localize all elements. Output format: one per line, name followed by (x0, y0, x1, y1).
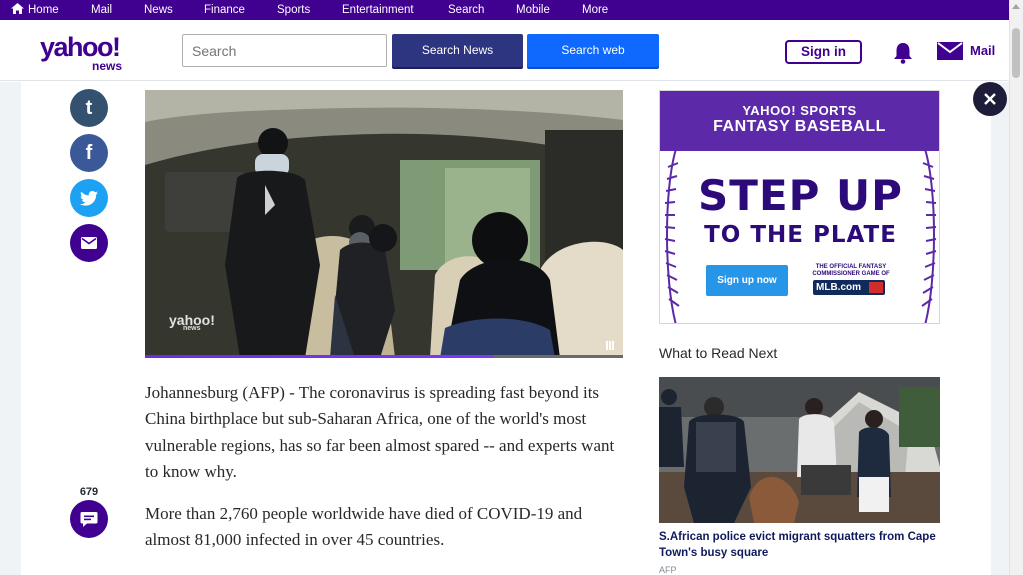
scroll-up-arrow-icon[interactable] (1012, 4, 1020, 9)
tumblr-share-button[interactable]: t (70, 89, 108, 127)
ad-fine-print: THE OFFICIAL FANTASY COMMISSIONER GAME O… (812, 264, 890, 277)
article-paragraph: Johannesburg (AFP) - The coronavirus is … (145, 383, 615, 481)
nav-mail[interactable]: Mail (91, 0, 112, 20)
email-share-button[interactable] (70, 224, 108, 262)
mlb-logo-text: MLB.com (816, 282, 861, 293)
comment-count: 679 (79, 486, 99, 498)
logo-text: yahoo! (40, 32, 121, 62)
ad-product: FANTASY BASEBALL (713, 118, 886, 135)
ad-banner-top: YAHOO! SPORTS FANTASY BASEBALL (660, 91, 939, 151)
search-news-button[interactable]: Search News (392, 34, 523, 67)
nav-entertainment[interactable]: Entertainment (342, 0, 414, 20)
nav-sports[interactable]: Sports (277, 0, 310, 20)
nav-finance[interactable]: Finance (204, 0, 245, 20)
read-next-source: AFP (659, 565, 677, 575)
article-body: Johannesburg (AFP) - The coronavirus is … (145, 380, 625, 570)
search-input[interactable] (182, 34, 387, 67)
sign-in-button[interactable]: Sign in (785, 40, 862, 64)
nav-more[interactable]: More (582, 0, 608, 20)
ad-brand: YAHOO! SPORTS (742, 103, 857, 118)
right-gutter (991, 82, 1009, 575)
close-button[interactable] (973, 82, 1007, 116)
nav-home[interactable]: Home (11, 0, 59, 20)
video-watermark: yahoo! news (169, 312, 215, 332)
search-web-button[interactable]: Search web (527, 34, 659, 67)
close-icon (984, 93, 996, 105)
twitter-icon (80, 190, 98, 206)
mail-icon[interactable] (937, 42, 963, 60)
article-paragraph: More than 2,760 people worldwide have di… (145, 504, 583, 550)
home-icon (11, 3, 24, 14)
read-next-image[interactable] (659, 377, 940, 523)
mlb-logo-mark (869, 282, 883, 293)
nav-home-label: Home (28, 4, 59, 16)
comments-button[interactable] (70, 500, 108, 538)
read-next-photo (659, 377, 940, 523)
read-next-title[interactable]: S.African police evict migrant squatters… (659, 529, 940, 561)
video-progress-fill (145, 355, 494, 358)
nav-search[interactable]: Search (448, 0, 484, 20)
twitter-share-button[interactable] (70, 179, 108, 217)
nav-mobile[interactable]: Mobile (516, 0, 550, 20)
video-player[interactable]: yahoo! news (145, 90, 623, 358)
left-gutter (0, 82, 21, 575)
top-nav: Home Mail News Finance Sports Entertainm… (0, 0, 1009, 20)
mail-link[interactable]: Mail (970, 43, 995, 58)
ad-signup-button[interactable]: Sign up now (706, 265, 788, 296)
nav-news[interactable]: News (144, 0, 173, 20)
envelope-icon (81, 237, 97, 249)
tumblr-icon: t (85, 96, 93, 119)
facebook-icon: f (85, 141, 93, 164)
video-frame (145, 90, 623, 358)
ad-headline-2: TO THE PLATE (704, 222, 897, 248)
pause-icon[interactable] (606, 341, 614, 350)
scrollbar-thumb[interactable] (1012, 28, 1020, 78)
ad-headline-1: STEP UP (698, 171, 903, 220)
yahoo-news-logo[interactable]: yahoo! news (40, 32, 130, 74)
logo-sub: news (91, 59, 122, 73)
header: yahoo! news Search News Search web Sign … (0, 20, 1009, 81)
bell-icon[interactable] (893, 42, 913, 64)
facebook-share-button[interactable]: f (70, 134, 108, 172)
page-scrollbar[interactable] (1009, 0, 1023, 575)
mlb-logo: MLB.com (813, 280, 885, 295)
read-next-heading: What to Read Next (659, 345, 778, 361)
fantasy-baseball-ad[interactable]: YAHOO! SPORTS FANTASY BASEBALL STEP UP T… (659, 90, 940, 324)
comment-bubble-icon (80, 511, 98, 527)
